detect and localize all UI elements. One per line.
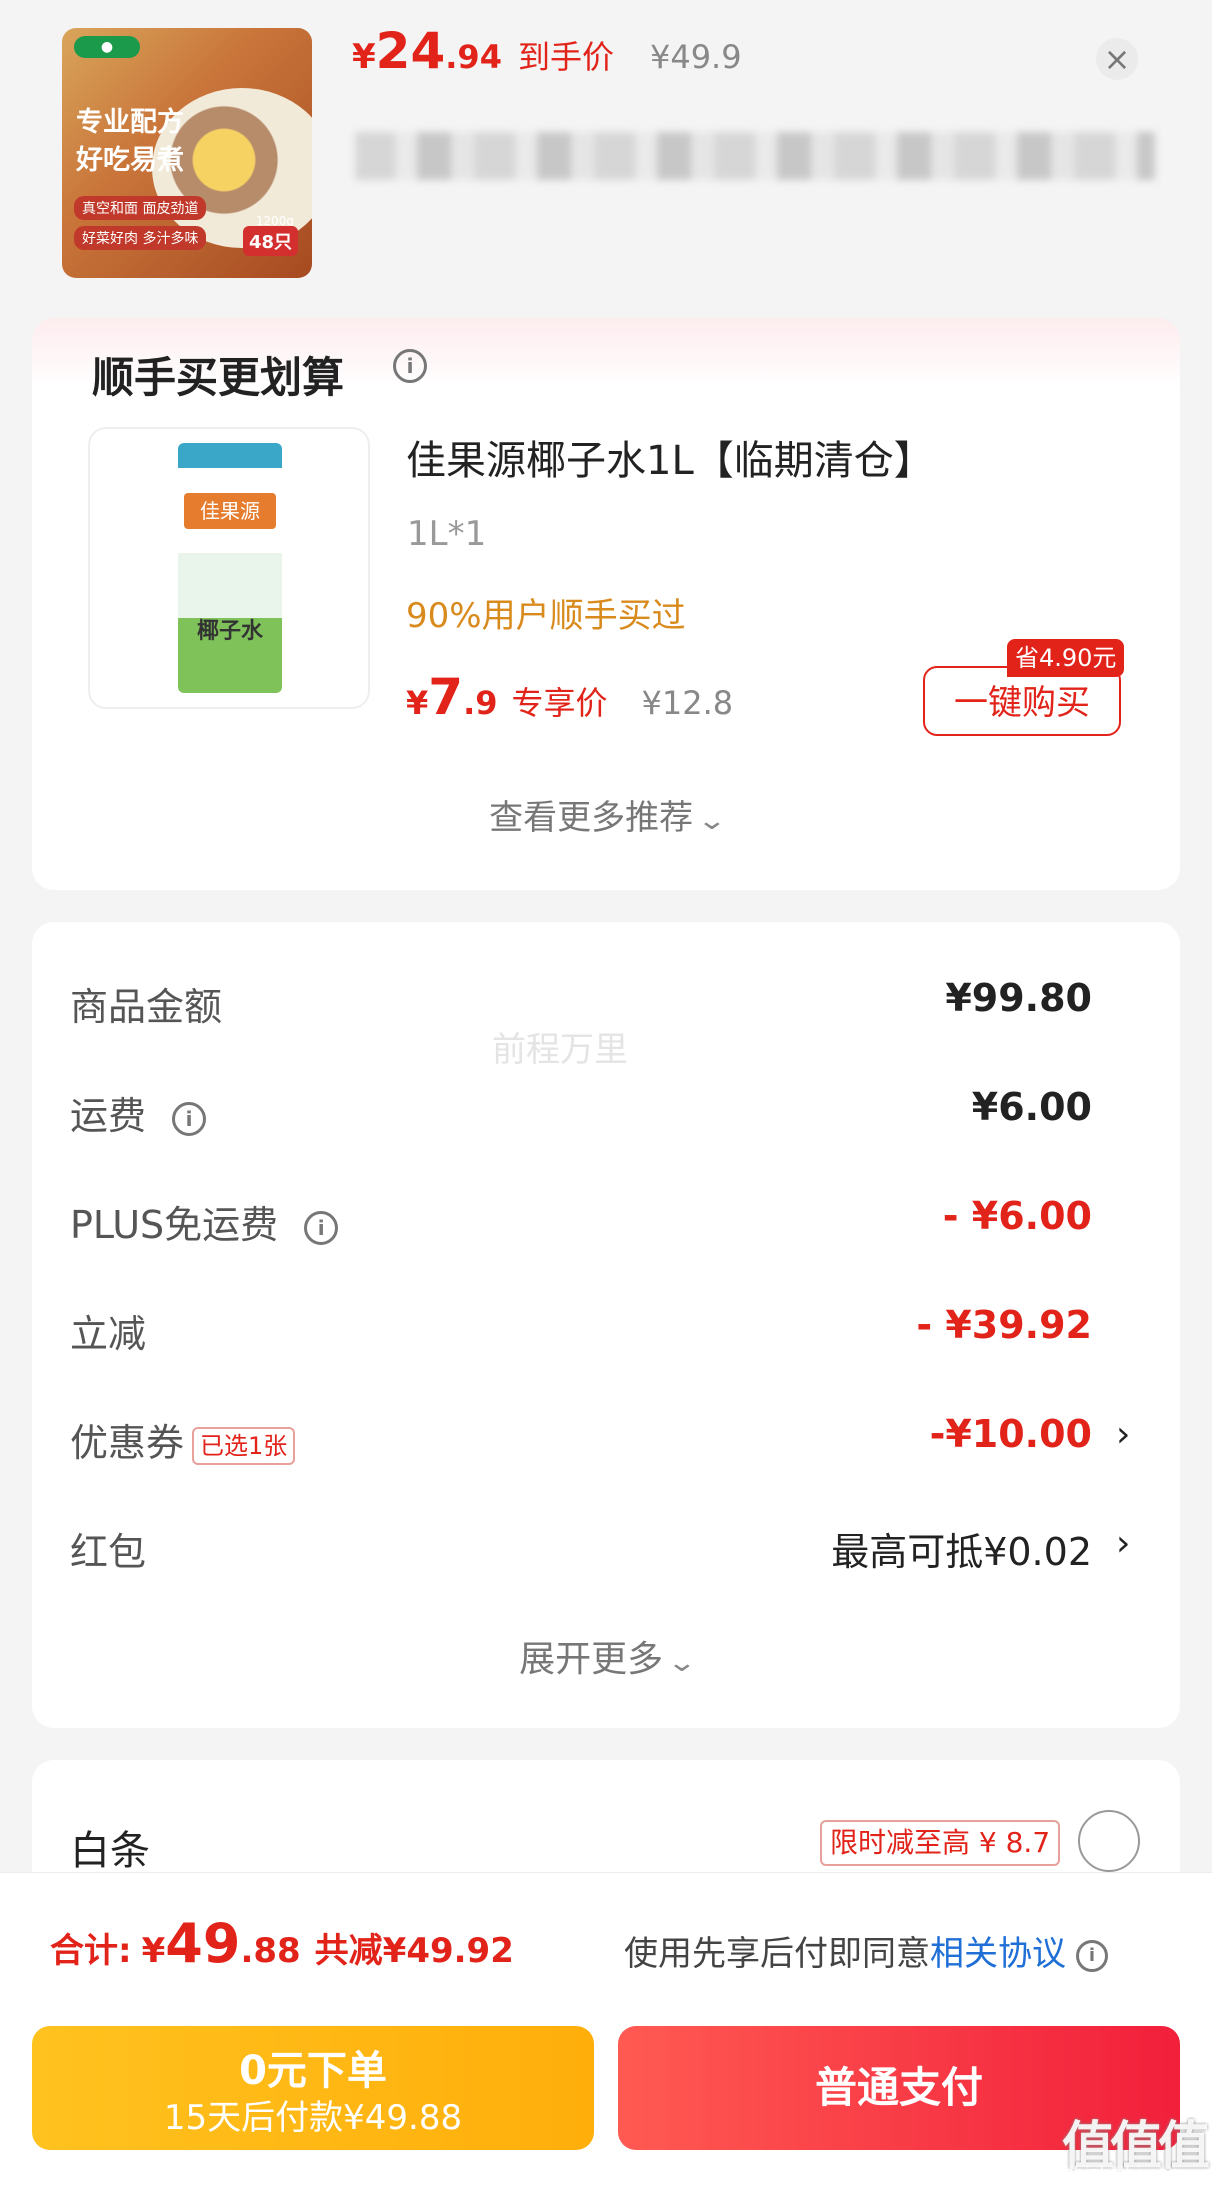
row-label-shipping: 运费 i — [70, 1085, 207, 1140]
thumb-count: 48只 — [242, 226, 298, 256]
see-more-recommendations[interactable]: 查看更多推荐 ⌄ — [0, 790, 1212, 839]
total-amount: 合计: ¥49.88 共减¥49.92 — [50, 1912, 514, 1975]
expand-more[interactable]: 展开更多 ⌄ — [0, 1630, 1212, 1682]
coupon-label: 优惠券 — [70, 1421, 185, 1465]
social-proof: 90%用户顺手买过 — [406, 596, 686, 636]
product-thumbnail[interactable]: ● 专业配方 好吃易煮 真空和面 面皮劲道 好菜好肉 多汁多味 1200g 48… — [62, 28, 312, 278]
pay-later-subtitle: 15天后付款¥49.88 — [163, 2098, 463, 2138]
row-label-instant-discount: 立减 — [70, 1312, 147, 1356]
close-icon[interactable]: × — [1096, 38, 1138, 80]
price-integer: 24 — [375, 22, 446, 80]
plus-free-shipping-label: PLUS免运费 — [70, 1203, 279, 1247]
row-value-goods-amount: ¥99.80 — [945, 976, 1092, 1020]
agreement-link[interactable]: 相关协议 — [930, 1934, 1066, 1974]
thumb-bullet: 好菜好肉 多汁多味 — [74, 226, 207, 250]
payment-method-baitiao[interactable]: 白条 — [70, 1818, 150, 1876]
see-more-label: 查看更多推荐 — [489, 798, 694, 838]
chevron-down-icon: ⌄ — [666, 1648, 698, 1678]
carton-label: 椰子水 — [196, 619, 263, 644]
product-spec: 1L*1 — [407, 514, 487, 554]
chevron-right-icon[interactable]: › — [1116, 1414, 1130, 1455]
row-label-red-packet[interactable]: 红包 — [70, 1521, 146, 1576]
header-price: ¥24.94 到手价 ¥49.9 — [352, 22, 742, 80]
limited-discount-tag: 限时减至高 ¥ 8.7 — [820, 1820, 1061, 1866]
thumb-bullet: 真空和面 面皮劲道 — [74, 196, 207, 220]
row-value-plus-free-shipping: - ¥6.00 — [942, 1194, 1092, 1238]
shipping-label: 运费 — [70, 1094, 147, 1138]
info-icon[interactable]: i — [393, 349, 427, 383]
price-decimal: .9 — [463, 684, 498, 722]
baitiao-radio[interactable] — [1078, 1810, 1140, 1872]
total-label: 合计: — [50, 1931, 132, 1971]
coupon-selected-tag: 已选1张 — [192, 1426, 296, 1465]
coconut-water-carton: 佳果源 椰子水 — [178, 443, 282, 693]
recommend-title: 顺手买更划算 — [92, 353, 345, 402]
product-name[interactable]: 佳果源椰子水1L【临期清仓】 — [406, 428, 934, 486]
site-domain: zhizhizhi.com — [1064, 2163, 1186, 2184]
carton-brand: 佳果源 — [184, 493, 276, 529]
pay-later-button[interactable]: 0元下单 15天后付款¥49.88 — [32, 2026, 594, 2150]
product-image[interactable]: 佳果源 椰子水 — [88, 427, 370, 709]
info-icon[interactable]: i — [304, 1210, 339, 1245]
row-label-goods-amount: 商品金额 — [70, 985, 223, 1029]
row-label-coupon[interactable]: 优惠券 已选1张 — [70, 1412, 296, 1467]
pay-later-title: 0元下单 — [239, 2048, 387, 2094]
save-badge: 省4.90元 — [1007, 639, 1125, 677]
row-value-instant-discount: - ¥39.92 — [916, 1303, 1092, 1347]
total-currency: ¥ — [141, 1931, 166, 1971]
expand-more-label: 展开更多 — [519, 1639, 664, 1680]
total-integer: 49 — [165, 1912, 241, 1975]
total-saved: 共减¥49.92 — [314, 1931, 514, 1971]
agreement-text: 使用先享后付即同意相关协议 i — [624, 1926, 1108, 1975]
price-integer: 7 — [428, 668, 464, 726]
brand-logo-icon: ● — [74, 36, 140, 58]
product-price: ¥7.9 专享价 ¥12.8 — [406, 668, 733, 726]
info-icon[interactable]: i — [1076, 1939, 1108, 1972]
blurred-address — [355, 132, 1155, 180]
chevron-down-icon: ⌄ — [696, 806, 728, 836]
chevron-right-icon[interactable]: › — [1116, 1523, 1130, 1564]
agreement-prefix: 使用先享后付即同意 — [624, 1934, 930, 1974]
row-value-shipping: ¥6.00 — [971, 1085, 1092, 1129]
row-value-coupon[interactable]: -¥10.00 — [930, 1412, 1092, 1456]
price-currency: ¥ — [406, 684, 429, 722]
total-decimal: .88 — [240, 1931, 301, 1971]
row-label-plus-free-shipping: PLUS免运费 i — [70, 1194, 339, 1249]
info-icon[interactable]: i — [172, 1101, 207, 1136]
price-tag: 到手价 — [517, 38, 614, 76]
price-decimal: .94 — [445, 38, 502, 76]
original-price: ¥49.9 — [649, 38, 742, 76]
watermark: 前程万里 — [492, 1030, 628, 1070]
row-value-red-packet[interactable]: 最高可抵¥0.02 — [831, 1521, 1092, 1576]
thumb-text: 好吃易煮 — [76, 145, 184, 176]
thumb-text: 专业配方 — [76, 107, 184, 138]
original-price: ¥12.8 — [641, 684, 734, 722]
price-currency: ¥ — [352, 37, 376, 77]
price-tag: 专享价 — [511, 684, 608, 722]
